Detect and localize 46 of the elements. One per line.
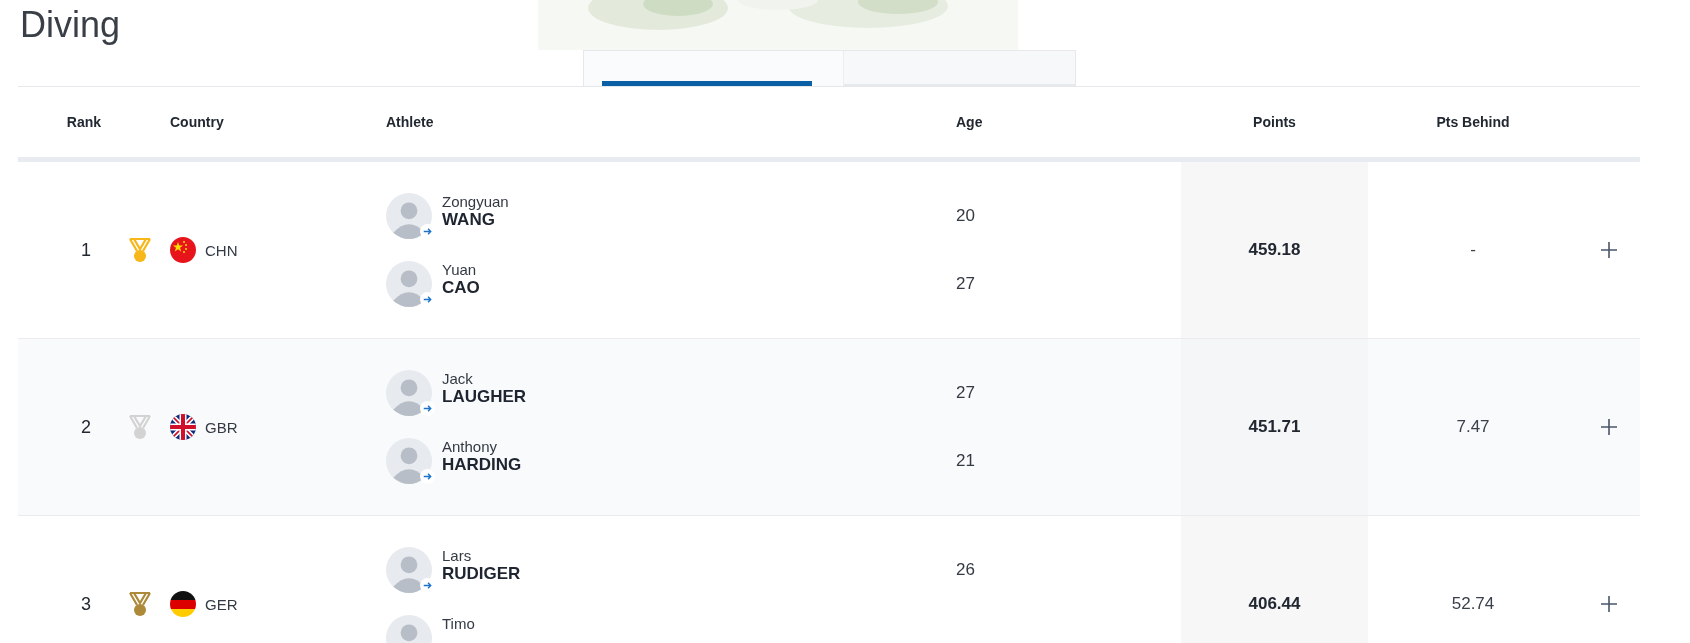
rank-number: 3 <box>81 593 91 615</box>
athlete-last-name[interactable]: LAUGHER <box>442 387 527 407</box>
column-header: Country <box>169 114 225 130</box>
rank-number: 1 <box>81 239 91 261</box>
column-header: Points <box>1252 114 1297 130</box>
avatar-icon[interactable] <box>386 370 432 416</box>
points-behind: 7.47 <box>1456 417 1490 437</box>
athlete-first-name: Zongyuan <box>442 193 509 211</box>
athlete-last-name[interactable]: WANG <box>442 210 509 230</box>
points-behind: 52.74 <box>1451 594 1495 614</box>
avatar-icon[interactable] <box>386 261 432 307</box>
flag-icon <box>170 414 196 440</box>
points-behind: - <box>1470 240 1476 260</box>
expand-icon[interactable] <box>1600 595 1618 613</box>
points-value: 406.44 <box>1248 594 1301 614</box>
expand-icon[interactable] <box>1600 241 1618 259</box>
athlete-first-name: Yuan <box>442 261 478 279</box>
athlete-first-name: Lars <box>442 547 473 565</box>
athlete-last-name[interactable]: RUDIGER <box>442 564 521 584</box>
column-header: Pts Behind <box>1435 114 1511 130</box>
athlete-first-name: Anthony <box>442 438 499 456</box>
avatar-icon[interactable] <box>386 438 432 484</box>
country-code: GBR <box>205 418 238 436</box>
expand-icon[interactable] <box>1600 418 1618 436</box>
rank-number: 2 <box>81 416 91 438</box>
athlete-last-name[interactable]: CAO <box>442 278 480 298</box>
points-value: 459.18 <box>1248 240 1301 260</box>
athlete-age: 27 <box>956 383 975 403</box>
column-header: Age <box>955 114 984 130</box>
athlete-first-name: Timo <box>442 615 475 633</box>
athlete-age: 20 <box>956 206 975 226</box>
avatar-icon[interactable] <box>386 193 432 239</box>
page-title: Diving <box>20 4 121 46</box>
country-code: CHN <box>205 241 238 259</box>
column-header: Rank <box>65 114 102 130</box>
points-value: 451.71 <box>1248 417 1301 437</box>
country-code: GER <box>205 595 238 613</box>
athlete-age: 27 <box>956 274 975 294</box>
column-header: Athlete <box>385 114 435 130</box>
flag-icon <box>170 237 196 263</box>
athlete-age: 26 <box>956 560 975 580</box>
athlete-first-name: Jack <box>442 370 474 388</box>
athlete-last-name[interactable]: HARDING <box>442 455 522 475</box>
avatar-icon[interactable] <box>386 547 432 593</box>
flag-icon <box>170 591 196 617</box>
athlete-age: 21 <box>956 451 975 471</box>
